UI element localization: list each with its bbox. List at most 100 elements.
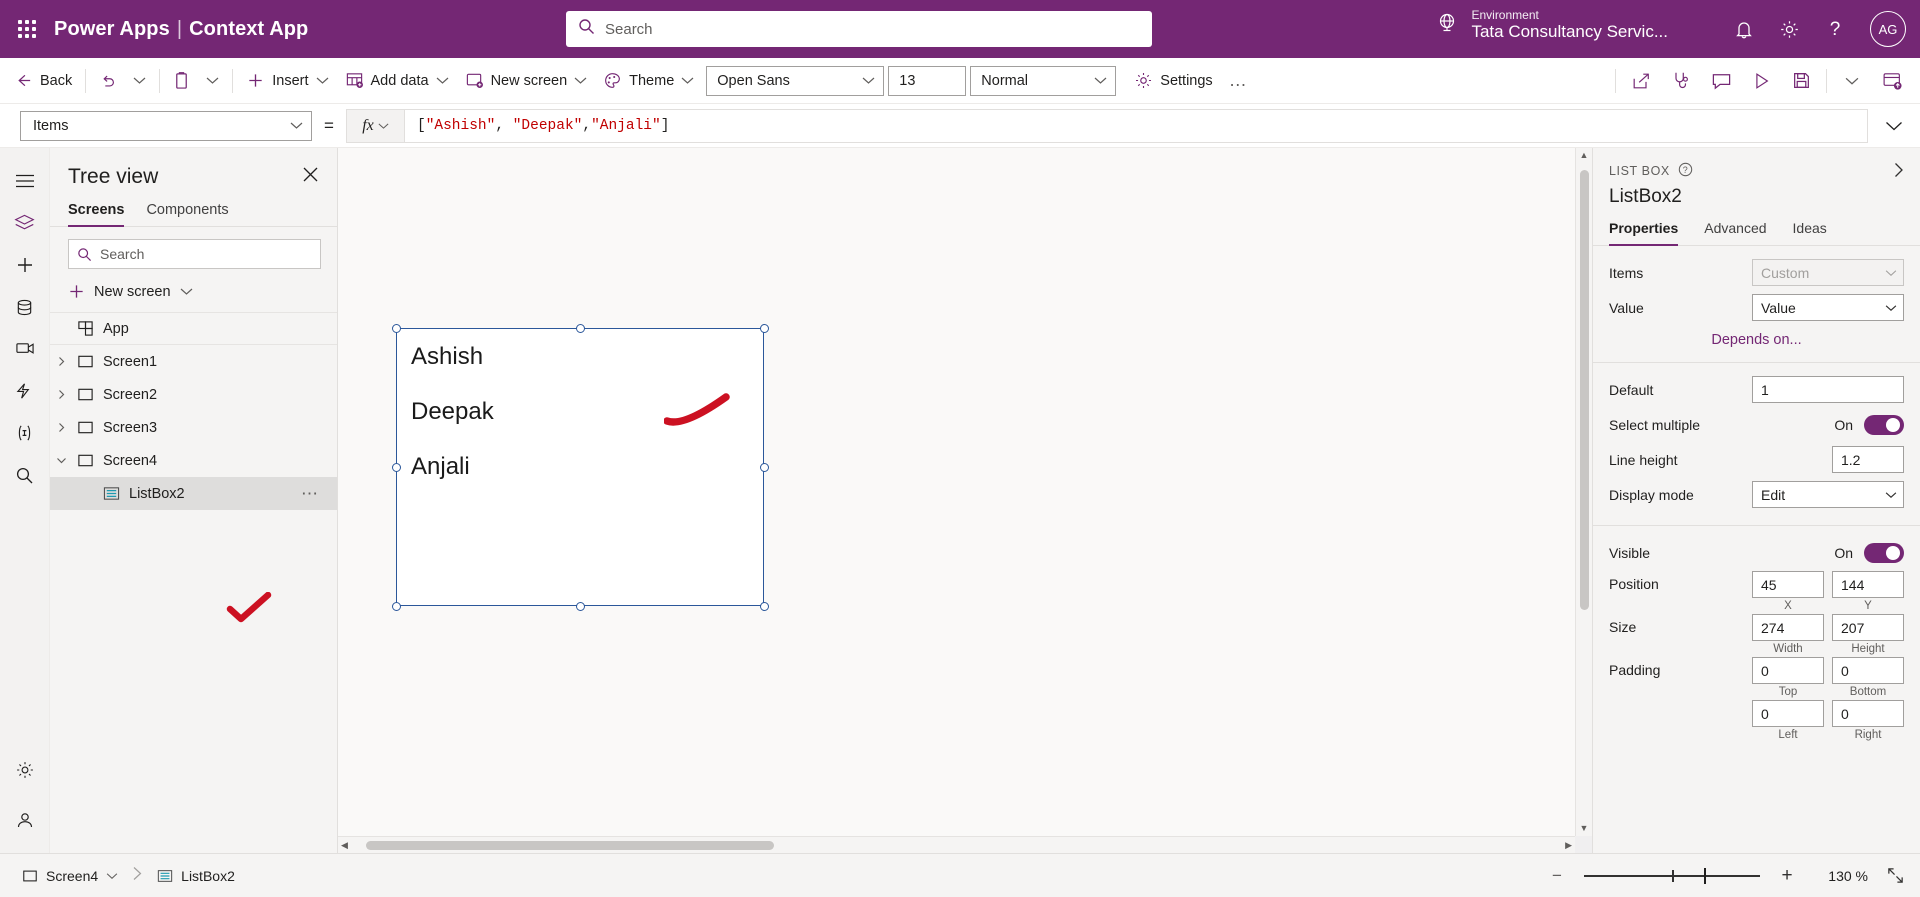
resize-handle-middle-left[interactable] — [391, 462, 401, 472]
line-height-input[interactable]: 1.2 — [1832, 446, 1904, 473]
global-search-box[interactable]: Search — [566, 11, 1152, 47]
undo-button[interactable] — [91, 64, 125, 98]
formula-expand-chevron-icon[interactable] — [1874, 120, 1914, 132]
select-multiple-toggle[interactable] — [1864, 414, 1904, 435]
settings-button[interactable]: Settings — [1126, 64, 1220, 98]
padding-top-input[interactable]: 0 — [1752, 657, 1824, 684]
settings-gear-icon[interactable] — [5, 749, 45, 791]
variables-icon[interactable] — [5, 412, 45, 454]
app-checker-icon[interactable] — [1661, 64, 1701, 98]
resize-handle-bottom-left[interactable] — [391, 601, 401, 611]
canvas-vertical-scrollbar[interactable]: ▲ ▼ — [1575, 148, 1592, 836]
display-mode-dropdown[interactable]: Edit — [1752, 481, 1904, 508]
padding-right-input[interactable]: 0 — [1832, 700, 1904, 727]
properties-expand-icon[interactable] — [1891, 160, 1906, 185]
listbox-item-1[interactable]: Deepak — [397, 384, 763, 439]
resize-handle-top-left[interactable] — [391, 323, 401, 333]
fit-screen-icon[interactable] — [1884, 865, 1906, 887]
formula-input[interactable]: ["Ashish", "Deepak", "Anjali"] — [405, 110, 1867, 142]
comment-icon[interactable] — [1701, 64, 1741, 98]
expand-chevron-icon[interactable] — [50, 422, 72, 433]
listbox-item-2[interactable]: Anjali — [397, 439, 763, 494]
listbox-control[interactable]: Ashish Deepak Anjali — [396, 328, 764, 606]
position-y-input[interactable]: 144 — [1832, 571, 1904, 598]
tree-search-input[interactable]: Search — [68, 239, 321, 269]
new-screen-tree-button[interactable]: New screen — [50, 277, 337, 312]
resize-handle-top-center[interactable] — [575, 323, 585, 333]
resize-handle-bottom-right[interactable] — [759, 601, 769, 611]
scroll-up-arrow-icon[interactable]: ▲ — [1580, 151, 1589, 160]
tree-item-screen1[interactable]: Screen1 — [50, 345, 337, 378]
size-width-input[interactable]: 274 — [1752, 614, 1824, 641]
add-data-button[interactable]: Add data — [337, 64, 457, 98]
expand-chevron-icon[interactable] — [50, 389, 72, 400]
save-options-chevron-icon[interactable] — [1832, 64, 1872, 98]
tab-screens[interactable]: Screens — [68, 202, 125, 227]
environment-selector[interactable]: Environment Tata Consultancy Servic... — [1435, 8, 1668, 42]
fx-button[interactable]: fx — [347, 109, 405, 142]
font-weight-dropdown[interactable]: Normal — [970, 65, 1117, 96]
position-x-input[interactable]: 45 — [1752, 571, 1824, 598]
screen-canvas[interactable]: Ashish Deepak Anjali — [338, 148, 1575, 836]
size-height-input[interactable]: 207 — [1832, 614, 1904, 641]
font-name-dropdown[interactable]: Open Sans — [706, 65, 885, 96]
padding-bottom-input[interactable]: 0 — [1832, 657, 1904, 684]
tree-item-screen2[interactable]: Screen2 — [50, 378, 337, 411]
tree-item-screen4[interactable]: Screen4 — [50, 444, 337, 477]
value-dropdown[interactable]: Value — [1752, 294, 1904, 321]
insert-plus-icon[interactable] — [5, 244, 45, 286]
expand-chevron-icon[interactable] — [50, 356, 72, 367]
listbox-item-0[interactable]: Ashish — [397, 329, 763, 384]
breadcrumb-control[interactable]: ListBox2 — [149, 864, 243, 888]
formula-input-wrapper[interactable]: fx ["Ashish", "Deepak", "Anjali"] — [346, 108, 1868, 143]
publish-icon[interactable] — [1872, 64, 1912, 98]
tab-advanced[interactable]: Advanced — [1704, 220, 1766, 245]
visible-toggle[interactable] — [1864, 542, 1904, 563]
gear-icon[interactable] — [1779, 19, 1800, 40]
canvas-surface[interactable]: Ashish Deepak Anjali — [338, 148, 1575, 836]
items-dropdown[interactable]: Custom — [1752, 259, 1904, 286]
zoom-in-button[interactable]: + — [1776, 865, 1798, 887]
tab-properties[interactable]: Properties — [1609, 220, 1679, 246]
property-selector-dropdown[interactable]: Items — [20, 110, 312, 141]
tree-item-screen3[interactable]: Screen3 — [50, 411, 337, 444]
save-icon[interactable] — [1781, 64, 1821, 98]
close-icon[interactable] — [298, 164, 323, 190]
overflow-menu-button[interactable]: … — [1221, 64, 1256, 98]
scroll-down-arrow-icon[interactable]: ▼ — [1580, 824, 1589, 833]
resize-handle-top-right[interactable] — [759, 323, 769, 333]
power-automate-icon[interactable] — [5, 370, 45, 412]
data-icon[interactable] — [5, 286, 45, 328]
theme-button[interactable]: Theme — [595, 64, 702, 98]
canvas-horizontal-scrollbar[interactable]: ◀ ▶ — [338, 836, 1575, 853]
scroll-left-arrow-icon[interactable]: ◀ — [341, 840, 348, 850]
account-icon[interactable] — [5, 799, 45, 841]
tab-components[interactable]: Components — [146, 202, 228, 226]
paste-button[interactable] — [165, 64, 198, 98]
padding-left-input[interactable]: 0 — [1752, 700, 1824, 727]
breadcrumb-screen[interactable]: Screen4 — [14, 864, 126, 888]
preview-play-icon[interactable] — [1741, 64, 1781, 98]
share-icon[interactable] — [1621, 64, 1661, 98]
search-icon[interactable] — [5, 454, 45, 496]
layers-icon[interactable] — [5, 202, 45, 244]
scroll-right-arrow-icon[interactable]: ▶ — [1565, 840, 1572, 850]
depends-on-link[interactable]: Depends on... — [1609, 326, 1904, 350]
tree-item-app[interactable]: App — [50, 312, 337, 345]
undo-dropdown[interactable] — [125, 64, 154, 98]
bell-icon[interactable] — [1734, 19, 1754, 40]
tab-ideas[interactable]: Ideas — [1793, 220, 1827, 245]
collapse-chevron-icon[interactable] — [50, 455, 72, 466]
new-screen-button[interactable]: New screen — [457, 64, 596, 98]
avatar[interactable]: AG — [1870, 11, 1906, 47]
tree-item-overflow-menu[interactable]: ⋯ — [301, 484, 319, 504]
back-button[interactable]: Back — [6, 64, 80, 98]
resize-handle-bottom-center[interactable] — [575, 601, 585, 611]
vertical-scroll-thumb[interactable] — [1580, 170, 1589, 610]
default-input[interactable]: 1 — [1752, 376, 1904, 403]
help-icon[interactable]: ? — [1825, 18, 1845, 40]
help-icon[interactable]: ? — [1678, 162, 1693, 180]
font-size-input[interactable]: 13 — [888, 65, 967, 96]
paste-dropdown[interactable] — [198, 64, 227, 98]
horizontal-scroll-thumb[interactable] — [366, 841, 774, 850]
